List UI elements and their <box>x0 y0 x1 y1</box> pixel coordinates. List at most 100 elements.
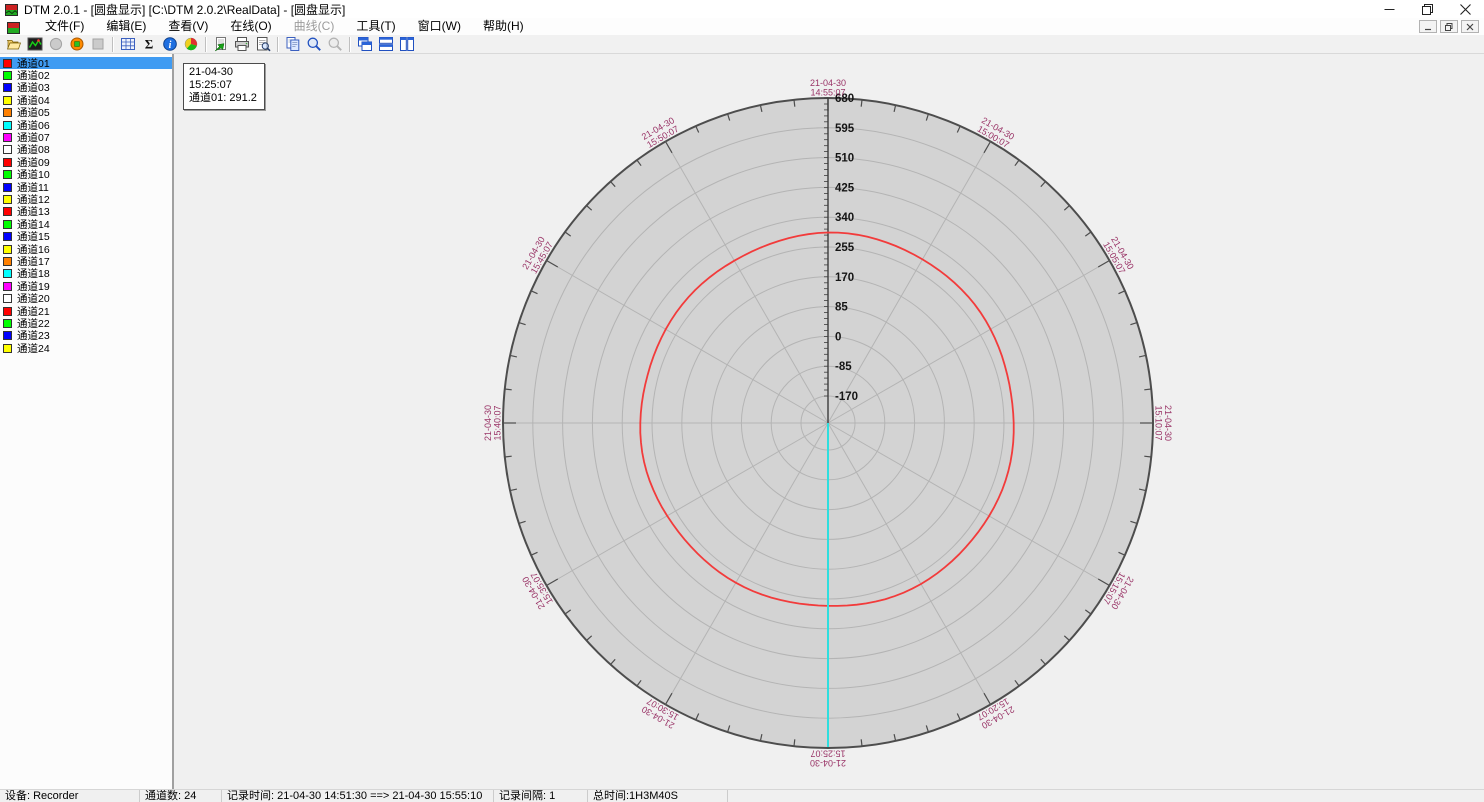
time-label: 21-04-3015:40:07 <box>483 405 503 441</box>
channel-color-swatch <box>3 183 12 192</box>
svg-text:510: 510 <box>835 153 854 165</box>
export-icon <box>213 36 229 52</box>
mdi-minimize-button[interactable] <box>1419 20 1437 33</box>
svg-text:85: 85 <box>835 302 848 314</box>
svg-text:595: 595 <box>835 123 855 135</box>
table-icon <box>120 36 136 52</box>
tooltip-value: 通道01: 291.2 <box>189 92 257 105</box>
data-table-button[interactable] <box>117 35 138 53</box>
tile-vertical-button[interactable] <box>396 35 417 53</box>
polar-chart[interactable]: 680595510425340255170850-85-17021-04-301… <box>176 54 1484 789</box>
title-bar: DTM 2.0.1 - [圆盘显示] [C:\DTM 2.0.2\RealDat… <box>0 0 1484 18</box>
tile-vertical-icon <box>399 36 415 52</box>
channel-color-swatch <box>3 331 12 340</box>
minimize-button[interactable] <box>1370 0 1408 18</box>
channel-color-swatch <box>3 344 12 353</box>
pie-view-button[interactable] <box>180 35 201 53</box>
trend-view-button[interactable] <box>24 35 45 53</box>
open-file-button[interactable] <box>3 35 24 53</box>
printer-icon <box>234 36 250 52</box>
app-window: DTM 2.0.1 - [圆盘显示] [C:\DTM 2.0.2\RealDat… <box>0 0 1484 802</box>
menu-曲线c: 曲线(C) <box>283 18 346 35</box>
pie-chart-icon <box>183 36 199 52</box>
svg-text:0: 0 <box>835 331 841 343</box>
zoom-out-button <box>324 35 345 53</box>
channel-list: 通道01通道02通道03通道04通道05通道06通道07通道08通道09通道10… <box>0 54 174 789</box>
window-title: DTM 2.0.1 - [圆盘显示] [C:\DTM 2.0.2\RealDat… <box>24 1 345 18</box>
channel-color-swatch <box>3 207 12 216</box>
channel-label: 通道24 <box>17 341 50 356</box>
cascade-icon <box>357 36 373 52</box>
sigma-icon: Σ <box>141 36 157 52</box>
print-button[interactable] <box>231 35 252 53</box>
menu-文件f[interactable]: 文件(F) <box>34 18 95 35</box>
toolbar-separator <box>277 37 278 52</box>
record-stop-icon <box>69 36 85 52</box>
channel-color-swatch <box>3 319 12 328</box>
menu-bar: 文件(F)编辑(E)查看(V)在线(O)曲线(C)工具(T)窗口(W)帮助(H) <box>0 18 1484 35</box>
magnifier-gray-icon <box>327 36 343 52</box>
channel-color-swatch <box>3 269 12 278</box>
copy-icon <box>285 36 301 52</box>
print-preview-icon <box>255 36 271 52</box>
channel-color-swatch <box>3 96 12 105</box>
restore-button[interactable] <box>1408 0 1446 18</box>
channel-color-swatch <box>3 83 12 92</box>
toolbar: Σi <box>0 35 1484 54</box>
channel-color-swatch <box>3 245 12 254</box>
svg-text:21-04-3014:55:07: 21-04-3014:55:07 <box>810 78 846 98</box>
info-button[interactable]: i <box>159 35 180 53</box>
app-icon <box>5 3 18 15</box>
channel-color-swatch <box>3 294 12 303</box>
mdi-window-controls <box>1419 20 1479 33</box>
svg-text:i: i <box>168 40 171 51</box>
channel-color-swatch <box>3 195 12 204</box>
mdi-restore-button[interactable] <box>1440 20 1458 33</box>
menu-查看v[interactable]: 查看(V) <box>157 18 219 35</box>
stop-idle-button <box>87 35 108 53</box>
tooltip-time: 15:25:07 <box>189 79 257 92</box>
mdi-close-button[interactable] <box>1461 20 1479 33</box>
channel-color-swatch <box>3 133 12 142</box>
export-button[interactable] <box>210 35 231 53</box>
channel-color-swatch <box>3 257 12 266</box>
channel-color-swatch <box>3 121 12 130</box>
toolbar-separator <box>205 37 206 52</box>
chart-area: 680595510425340255170850-85-17021-04-301… <box>176 54 1484 789</box>
tile-horizontal-button[interactable] <box>375 35 396 53</box>
copy-button[interactable] <box>282 35 303 53</box>
info-icon: i <box>162 36 178 52</box>
print-preview-button[interactable] <box>252 35 273 53</box>
mdi-document-icon[interactable] <box>7 21 20 33</box>
channel-color-swatch <box>3 158 12 167</box>
status-segment-0: 设备: Recorder <box>0 790 140 802</box>
menu-帮助h[interactable]: 帮助(H) <box>472 18 535 35</box>
close-button[interactable] <box>1446 0 1484 18</box>
toolbar-separator <box>112 37 113 52</box>
main-content: 通道01通道02通道03通道04通道05通道06通道07通道08通道09通道10… <box>0 54 1484 789</box>
menu-工具t[interactable]: 工具(T) <box>345 18 406 35</box>
menu-窗口w[interactable]: 窗口(W) <box>407 18 472 35</box>
zoom-in-button[interactable] <box>303 35 324 53</box>
menu-编辑e[interactable]: 编辑(E) <box>95 18 157 35</box>
menu-在线o[interactable]: 在线(O) <box>219 18 282 35</box>
channel-color-swatch <box>3 108 12 117</box>
status-segment-3: 记录间隔: 1 <box>494 790 588 802</box>
time-label: 21-04-3014:55:07 <box>810 78 846 98</box>
time-label: 21-04-3015:25:07 <box>810 749 846 769</box>
value-tooltip: 21-04-30 15:25:07 通道01: 291.2 <box>183 63 265 110</box>
record-stop-button[interactable] <box>66 35 87 53</box>
channel-color-swatch <box>3 145 12 154</box>
svg-text:21-04-3015:25:07: 21-04-3015:25:07 <box>810 749 846 769</box>
time-label: 21-04-3015:10:07 <box>1154 405 1174 441</box>
statistics-button[interactable]: Σ <box>138 35 159 53</box>
channel-color-swatch <box>3 220 12 229</box>
channel-color-swatch <box>3 71 12 80</box>
status-bar: 设备: Recorder通道数: 24记录时间: 21-04-30 14:51:… <box>0 789 1484 802</box>
svg-text:-170: -170 <box>835 391 858 403</box>
channel-item-通道24[interactable]: 通道24 <box>0 342 172 354</box>
gray-circle-icon <box>48 36 64 52</box>
cascade-windows-button[interactable] <box>354 35 375 53</box>
channel-color-swatch <box>3 170 12 179</box>
svg-text:Σ: Σ <box>144 37 153 52</box>
